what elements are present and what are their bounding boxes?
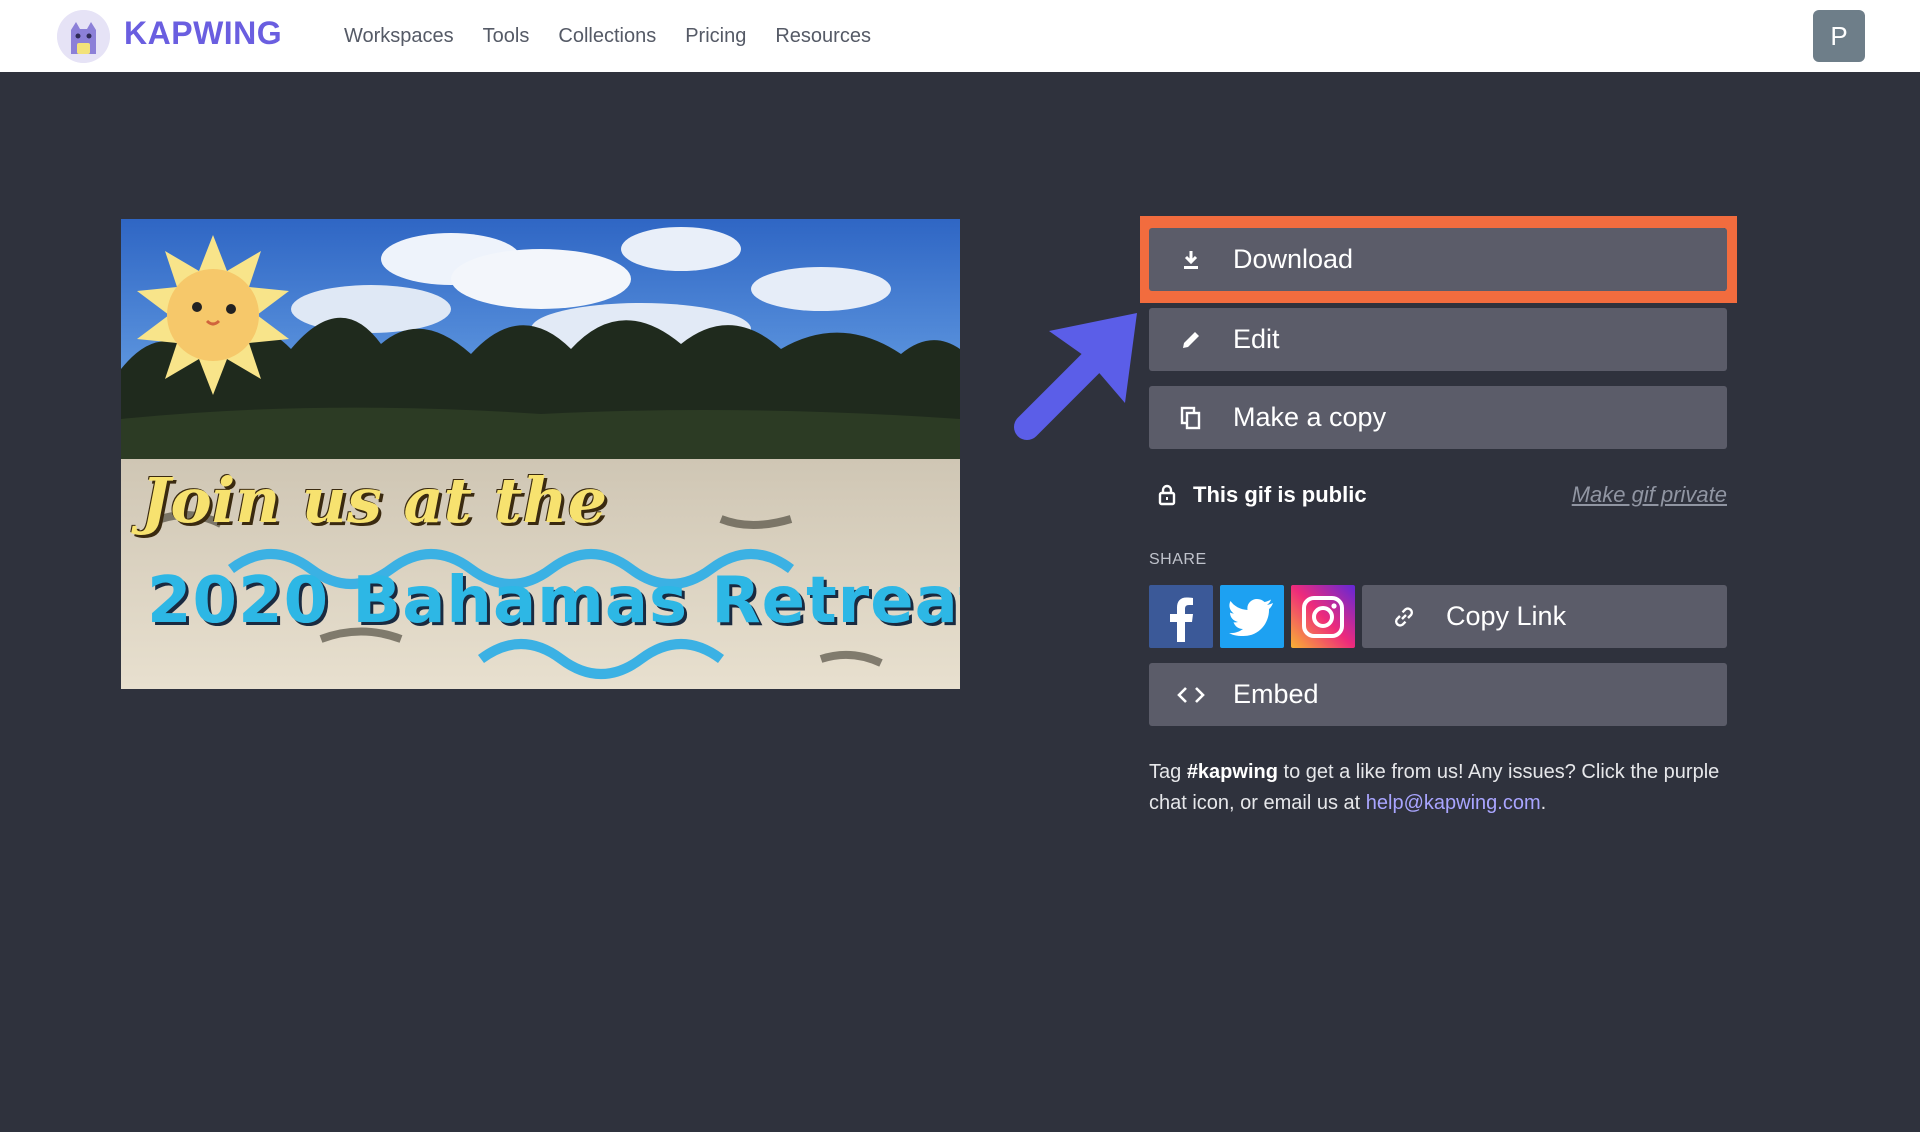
caption-line-2: 2020 Bahamas Retreat bbox=[147, 564, 960, 638]
share-heading: SHARE bbox=[1149, 551, 1207, 568]
code-brackets-icon bbox=[1149, 685, 1233, 705]
download-label: Download bbox=[1233, 244, 1354, 274]
kapwing-logo-icon[interactable] bbox=[57, 10, 110, 63]
make-copy-button[interactable]: Make a copy bbox=[1149, 386, 1727, 449]
make-copy-label: Make a copy bbox=[1233, 402, 1387, 432]
nav-tools[interactable]: Tools bbox=[483, 25, 530, 48]
pencil-icon bbox=[1149, 329, 1233, 351]
nav-workspaces[interactable]: Workspaces bbox=[344, 25, 454, 48]
nav-pricing[interactable]: Pricing bbox=[685, 25, 746, 48]
visibility-row: This gif is public Make gif private bbox=[1149, 478, 1727, 512]
nav-collections[interactable]: Collections bbox=[558, 25, 656, 48]
link-icon bbox=[1362, 604, 1446, 630]
edit-label: Edit bbox=[1233, 324, 1280, 354]
edit-button[interactable]: Edit bbox=[1149, 308, 1727, 371]
facebook-icon bbox=[1170, 597, 1193, 642]
top-nav-bar: KAPWING Workspaces Tools Collections Pri… bbox=[0, 0, 1920, 72]
twitter-bird-icon bbox=[1229, 598, 1273, 636]
facebook-share-button[interactable] bbox=[1149, 585, 1213, 648]
note-suffix: . bbox=[1540, 792, 1547, 814]
embed-label: Embed bbox=[1233, 679, 1319, 709]
copy-link-button[interactable]: Copy Link bbox=[1362, 585, 1727, 648]
hashtag: #kapwing bbox=[1186, 761, 1278, 783]
main-nav: Workspaces Tools Collections Pricing Res… bbox=[344, 0, 871, 72]
user-avatar[interactable]: P bbox=[1813, 10, 1865, 62]
note-prefix: Tag bbox=[1149, 761, 1187, 783]
visibility-status: This gif is public bbox=[1193, 482, 1367, 507]
instagram-share-button[interactable] bbox=[1291, 585, 1355, 648]
lock-icon bbox=[1149, 484, 1185, 506]
gif-preview: Join us at the 2020 Bahamas Retreat bbox=[121, 219, 960, 689]
download-button[interactable]: Download bbox=[1149, 228, 1727, 291]
instagram-icon bbox=[1302, 595, 1344, 638]
arrow-annotation-icon bbox=[1014, 313, 1137, 440]
copy-icon bbox=[1149, 406, 1233, 430]
caption-line-1: Join us at the bbox=[141, 464, 608, 537]
twitter-share-button[interactable] bbox=[1220, 585, 1284, 648]
embed-button[interactable]: Embed bbox=[1149, 663, 1727, 726]
copy-link-label: Copy Link bbox=[1446, 601, 1567, 631]
download-icon bbox=[1149, 249, 1233, 271]
help-note: Tag #kapwing to get a like from us! Any … bbox=[1149, 757, 1729, 819]
nav-resources[interactable]: Resources bbox=[775, 25, 871, 48]
support-email-link[interactable]: help@kapwing.com bbox=[1366, 792, 1541, 814]
brand-name[interactable]: KAPWING bbox=[124, 15, 282, 52]
make-private-link[interactable]: Make gif private bbox=[1572, 482, 1727, 508]
